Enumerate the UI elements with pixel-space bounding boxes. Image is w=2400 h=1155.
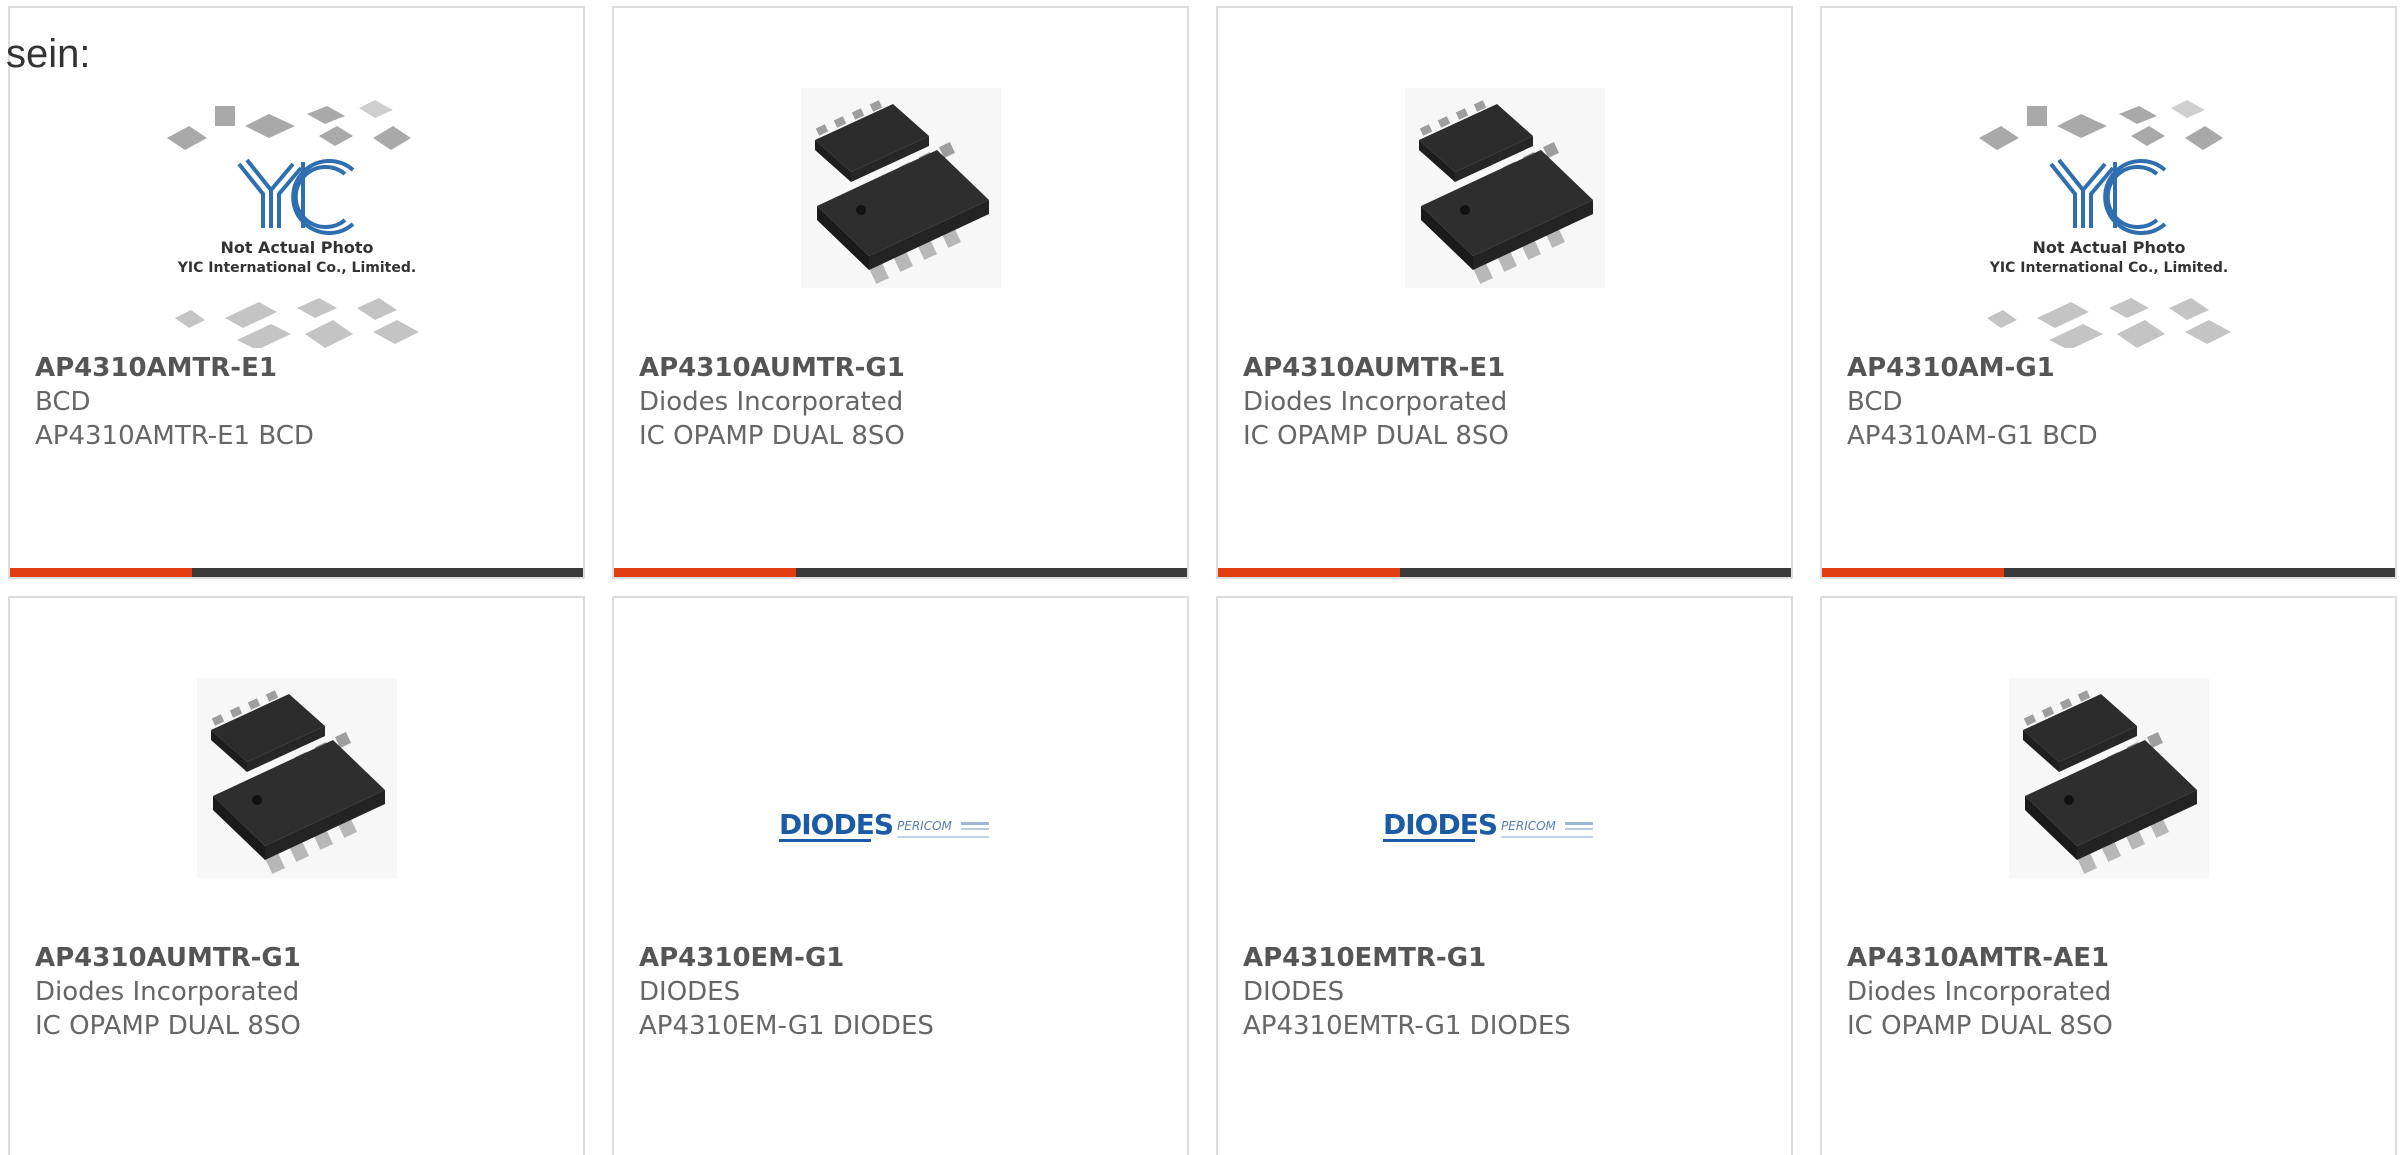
part-number[interactable]: AP4310AMTR-E1 — [35, 351, 571, 385]
card-footer-accent — [614, 568, 796, 577]
card-footer-bar — [1218, 568, 1791, 577]
part-number[interactable]: AP4310AUMTR-G1 — [35, 941, 571, 975]
manufacturer: BCD — [35, 387, 91, 417]
diodes-logo: DIODES — [1383, 808, 1497, 841]
product-image[interactable]: DIODES PERICOM — [751, 668, 1051, 938]
product-card[interactable]: Not Actual Photo YIC International Co., … — [8, 6, 585, 579]
manufacturer: Diodes Incorporated — [35, 977, 300, 1007]
product-image[interactable] — [147, 668, 447, 938]
product-card[interactable]: AP4310AUMTR-E1 Diodes Incorporated IC OP… — [1216, 6, 1793, 579]
part-number[interactable]: AP4310EM-G1 — [639, 941, 1175, 975]
card-footer-accent — [1822, 568, 2004, 577]
manufacturer: Diodes Incorporated — [639, 387, 904, 417]
diodes-logo: DIODES — [779, 808, 893, 841]
product-card[interactable]: AP4310AMTR-AE1 Diodes Incorporated IC OP… — [1820, 596, 2397, 1155]
product-image[interactable] — [1355, 78, 1655, 348]
part-number[interactable]: AP4310AUMTR-E1 — [1243, 351, 1779, 385]
product-card[interactable]: DIODES PERICOM AP4310EM-G1 DIODES AP4310… — [612, 596, 1189, 1155]
card-footer-bar — [1822, 568, 2395, 577]
card-footer-bar — [10, 568, 583, 577]
pericom-logo: PERICOM — [1501, 819, 1557, 833]
product-image[interactable]: Not Actual Photo YIC International Co., … — [147, 78, 447, 348]
description: AP4310AMTR-E1 BCD — [35, 421, 314, 451]
product-card[interactable]: AP4310AUMTR-G1 Diodes Incorporated IC OP… — [612, 6, 1189, 579]
card-footer-accent — [1218, 568, 1400, 577]
part-number[interactable]: AP4310AUMTR-G1 — [639, 351, 1175, 385]
part-number[interactable]: AP4310AM-G1 — [1847, 351, 2383, 385]
description: AP4310AM-G1 BCD — [1847, 421, 2098, 451]
description: AP4310EMTR-G1 DIODES — [1243, 1011, 1571, 1041]
product-card[interactable]: AP4310AUMTR-G1 Diodes Incorporated IC OP… — [8, 596, 585, 1155]
product-image[interactable]: DIODES PERICOM — [1355, 668, 1655, 938]
manufacturer: BCD — [1847, 387, 1903, 417]
product-card[interactable]: DIODES PERICOM AP4310EMTR-G1 DIODES AP43… — [1216, 596, 1793, 1155]
manufacturer: DIODES — [639, 977, 741, 1007]
image-caption-1: Not Actual Photo — [2032, 238, 2185, 257]
product-image[interactable] — [1959, 668, 2259, 938]
product-image[interactable]: Not Actual Photo YIC International Co., … — [1959, 78, 2259, 348]
description: IC OPAMP DUAL 8SO — [1243, 421, 1509, 451]
part-number[interactable]: AP4310AMTR-AE1 — [1847, 941, 2383, 975]
lead-text: sein: — [6, 32, 91, 76]
description: IC OPAMP DUAL 8SO — [639, 421, 905, 451]
part-number[interactable]: AP4310EMTR-G1 — [1243, 941, 1779, 975]
description: AP4310EM-G1 DIODES — [639, 1011, 934, 1041]
image-caption-2: YIC International Co., Limited. — [176, 260, 415, 276]
description: IC OPAMP DUAL 8SO — [1847, 1011, 2113, 1041]
manufacturer: Diodes Incorporated — [1847, 977, 2112, 1007]
manufacturer: Diodes Incorporated — [1243, 387, 1508, 417]
pericom-logo: PERICOM — [897, 819, 953, 833]
image-caption-1: Not Actual Photo — [220, 238, 373, 257]
card-footer-bar — [614, 568, 1187, 577]
image-caption-2: YIC International Co., Limited. — [1988, 260, 2227, 276]
product-card[interactable]: Not Actual Photo YIC International Co., … — [1820, 6, 2397, 579]
manufacturer: DIODES — [1243, 977, 1345, 1007]
product-image[interactable] — [751, 78, 1051, 348]
description: IC OPAMP DUAL 8SO — [35, 1011, 301, 1041]
card-footer-accent — [10, 568, 192, 577]
